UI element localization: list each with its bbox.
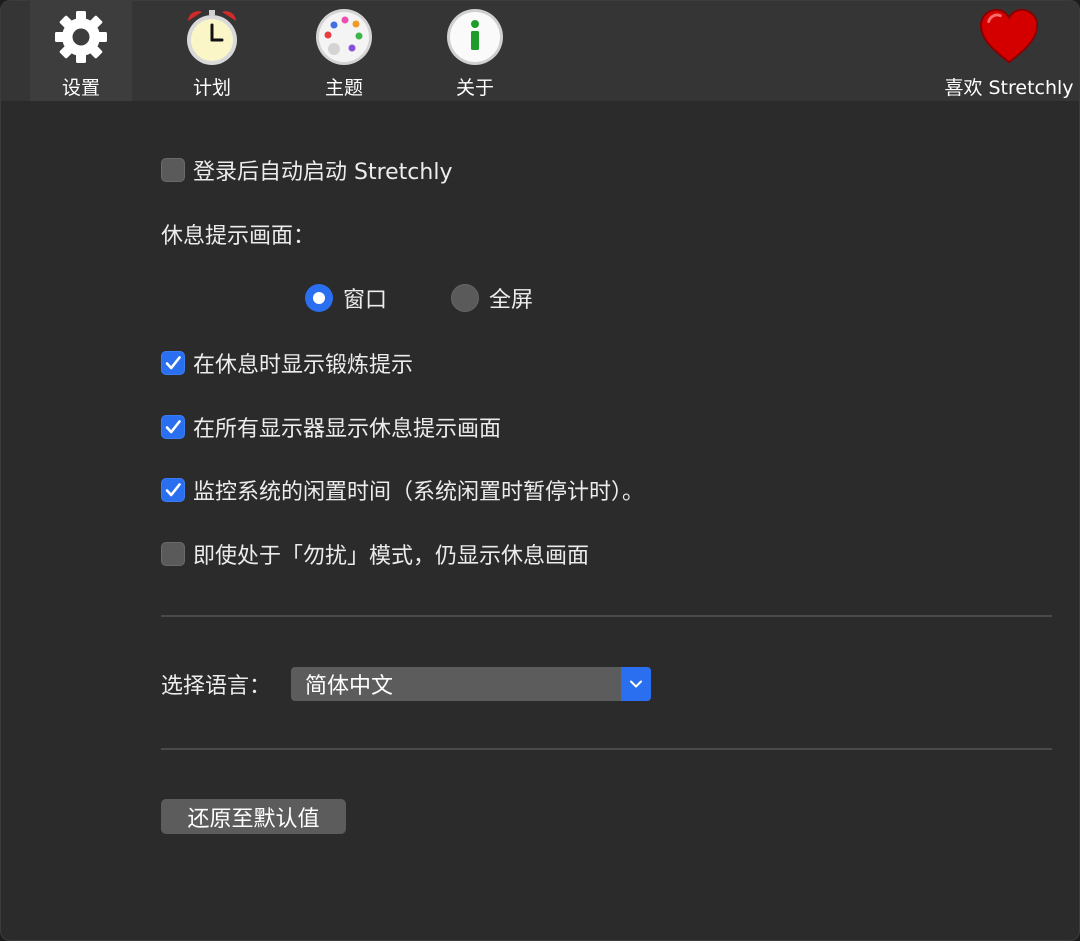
tab-theme-label: 主题 [324, 77, 363, 99]
break-screen-window-option[interactable]: 窗口 [305, 282, 387, 314]
gear-icon [51, 7, 111, 67]
fullscreen-radio[interactable] [451, 284, 479, 312]
auto-start-label: 登录后自动启动 Stretchly [193, 160, 453, 185]
tab-settings-label: 设置 [61, 77, 100, 99]
tab-love-stretchly[interactable]: 喜欢 Stretchly [939, 1, 1079, 101]
dnd-show-label: 即使处于「勿扰」模式，仍显示休息画面 [193, 544, 590, 569]
break-screen-heading: 休息提示画面： [161, 218, 315, 250]
settings-panel: 登录后自动启动 Stretchly 休息提示画面： 窗口 全屏 在休息时显示锻炼… [1, 102, 1079, 940]
auto-start-option[interactable]: 登录后自动启动 Stretchly [161, 154, 452, 186]
checkmark-icon [165, 356, 181, 370]
show-exercise-option[interactable]: 在休息时显示锻炼提示 [161, 347, 413, 379]
monitor-idle-label: 监控系统的闲置时间（系统闲置时暂停计时）。 [193, 480, 645, 505]
break-screen-label: 休息提示画面： [161, 224, 316, 249]
tab-love-label: 喜欢 Stretchly [944, 77, 1074, 99]
break-screen-fullscreen-option[interactable]: 全屏 [451, 282, 533, 314]
alarm-clock-icon [182, 7, 242, 67]
tab-about-label: 关于 [455, 77, 494, 99]
language-row: 选择语言： [161, 668, 271, 700]
language-label: 选择语言： [161, 674, 272, 699]
language-select[interactable]: 简体中文 [291, 667, 651, 701]
all-monitors-option[interactable]: 在所有显示器显示休息提示画面 [161, 411, 501, 443]
top-navigation: 设置 计划 主题 关于 喜欢 Stretchly [1, 1, 1079, 102]
dnd-show-option[interactable]: 即使处于「勿扰」模式，仍显示休息画面 [161, 538, 589, 570]
reset-defaults-button[interactable]: 还原至默认值 [161, 799, 346, 834]
divider [161, 748, 1052, 750]
palette-icon [314, 7, 374, 67]
divider [161, 615, 1052, 617]
window-radio[interactable] [305, 284, 333, 312]
all-monitors-label: 在所有显示器显示休息提示画面 [193, 417, 502, 442]
monitor-idle-checkbox[interactable] [161, 478, 185, 502]
monitor-idle-option[interactable]: 监控系统的闲置时间（系统闲置时暂停计时）。 [161, 474, 644, 506]
auto-start-checkbox[interactable] [161, 158, 185, 182]
heart-icon [979, 7, 1039, 67]
tab-settings[interactable]: 设置 [30, 1, 132, 101]
tab-schedule[interactable]: 计划 [161, 1, 263, 101]
show-exercise-label: 在休息时显示锻炼提示 [193, 353, 414, 378]
language-select-value: 简体中文 [305, 674, 394, 699]
window-radio-label: 窗口 [343, 288, 388, 313]
checkmark-icon [165, 483, 181, 497]
all-monitors-checkbox[interactable] [161, 415, 185, 439]
checkmark-icon [165, 420, 181, 434]
tab-theme[interactable]: 主题 [293, 1, 395, 101]
dnd-show-checkbox[interactable] [161, 542, 185, 566]
fullscreen-radio-label: 全屏 [489, 288, 534, 313]
tab-schedule-label: 计划 [192, 77, 231, 99]
chevron-down-icon[interactable] [621, 667, 651, 701]
preferences-window: 设置 计划 主题 关于 喜欢 Stretchly 登录后自动启动 Stretch… [0, 0, 1080, 941]
show-exercise-checkbox[interactable] [161, 351, 185, 375]
tab-about[interactable]: 关于 [424, 1, 526, 101]
info-icon [445, 7, 505, 67]
